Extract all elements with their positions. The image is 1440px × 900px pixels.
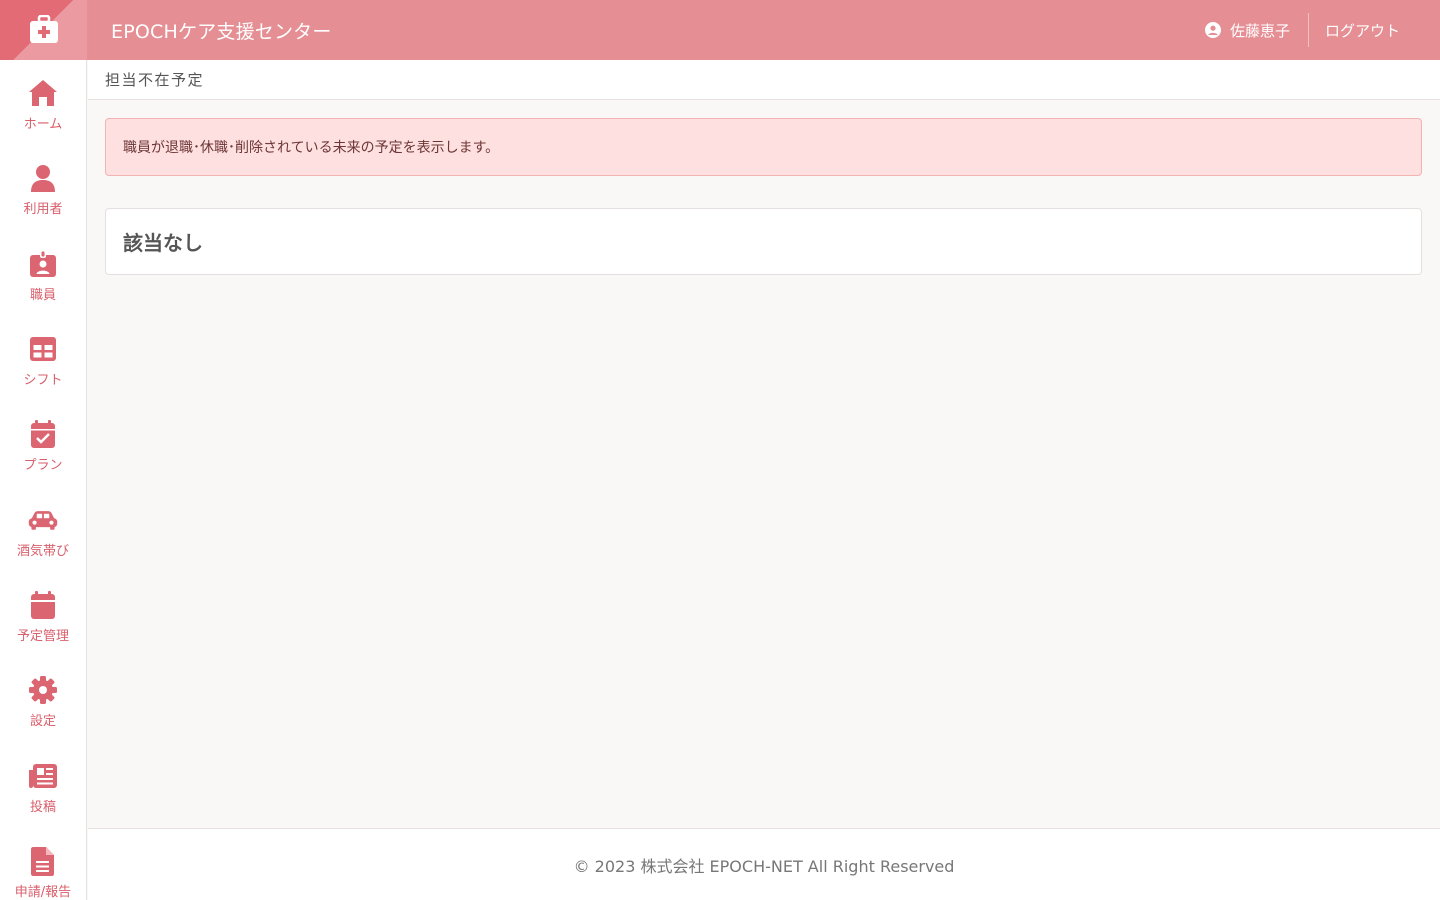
- sidebar-item-label: ホーム: [23, 117, 63, 133]
- logo[interactable]: [0, 0, 87, 60]
- calendar-icon: [31, 590, 55, 619]
- sidebar-item-staff[interactable]: 職員: [0, 231, 86, 316]
- home-icon: [29, 80, 57, 107]
- page-title: 担当不在予定: [88, 60, 1440, 100]
- newspaper-icon: [29, 763, 57, 788]
- sidebar-item-label: 職員: [29, 287, 56, 303]
- sidebar-item-home[interactable]: ホーム: [0, 60, 86, 145]
- table-icon: [30, 337, 56, 362]
- sidebar-item-label: 利用者: [23, 202, 63, 218]
- sidebar-item-request-report[interactable]: 申請/報告: [0, 828, 86, 900]
- car-icon: [28, 510, 58, 530]
- id-badge-icon: [30, 249, 56, 277]
- sidebar-item-label: 申請/報告: [14, 884, 72, 900]
- sidebar-item-label: 設定: [29, 714, 56, 730]
- sidebar-item-posts[interactable]: 投稿: [0, 742, 86, 827]
- app-title[interactable]: EPOCHケア支援センター: [111, 17, 332, 44]
- top-header: EPOCHケア支援センター 佐藤恵子 ログアウト: [0, 0, 1440, 60]
- sidebar-item-alcohol-check[interactable]: 酒気帯び: [0, 486, 86, 571]
- sidebar-item-schedule[interactable]: 予定管理: [0, 572, 86, 657]
- user-menu[interactable]: 佐藤恵子: [1204, 13, 1309, 47]
- footer: © 2023 株式会社 EPOCH-NET All Right Reserved: [88, 828, 1440, 900]
- copyright-text: © 2023 株式会社 EPOCH-NET All Right Reserved: [573, 856, 955, 876]
- alert-text: 職員が退職･休職･削除されている未来の予定を表示します。: [123, 140, 500, 156]
- sidebar-item-label: プラン: [23, 458, 63, 474]
- sidebar-item-label: 酒気帯び: [16, 543, 69, 559]
- result-card: 該当なし: [105, 208, 1422, 275]
- logout-button[interactable]: ログアウト: [1325, 20, 1400, 41]
- sidebar-item-settings[interactable]: 設定: [0, 657, 86, 742]
- sidebar-item-label: シフト: [23, 373, 63, 389]
- user-circle-icon: [1204, 22, 1221, 38]
- sidebar-item-plan[interactable]: プラン: [0, 401, 86, 486]
- gear-icon: [29, 676, 57, 705]
- calendar-check-icon: [31, 420, 55, 449]
- sidebar-item-label: 投稿: [29, 799, 56, 815]
- info-alert: 職員が退職･休職･削除されている未来の予定を表示します。: [105, 118, 1422, 176]
- user-icon: [31, 165, 55, 193]
- user-name: 佐藤恵子: [1229, 21, 1290, 40]
- sidebar: ホーム 利用者 職員 シフト プラン 酒気帯び 予定管理 設定 投稿 申請/報告: [0, 60, 87, 900]
- medical-kit-icon: [29, 15, 58, 43]
- sidebar-item-users[interactable]: 利用者: [0, 145, 86, 230]
- file-icon: [31, 846, 54, 876]
- sidebar-item-label: 予定管理: [16, 628, 69, 644]
- header-user-area: 佐藤恵子 ログアウト: [1204, 0, 1400, 60]
- empty-result-text: 該当なし: [123, 231, 203, 255]
- sidebar-item-shift[interactable]: シフト: [0, 316, 86, 401]
